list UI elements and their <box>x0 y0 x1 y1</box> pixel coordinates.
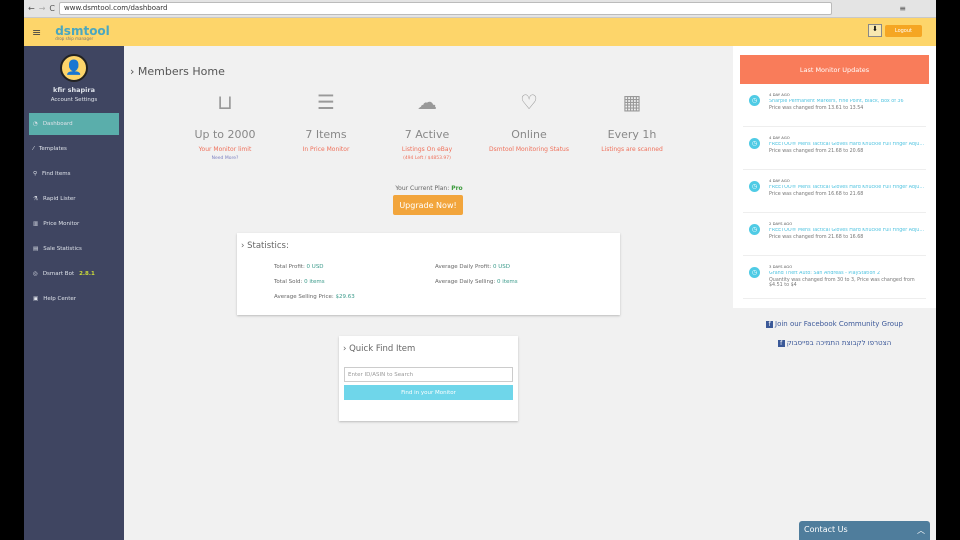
help-icon: ▣ <box>33 296 39 302</box>
sidebar-item-label: Dashboard <box>42 121 73 127</box>
bar-chart-icon: ▥ <box>33 221 39 227</box>
sidebar-item-templates[interactable]: ⁄ Templates <box>29 138 119 160</box>
table-icon: ▤ <box>33 246 39 252</box>
sidebar: 👤 kfir shapira Account Settings ◔ Dashboa… <box>24 46 124 540</box>
update-detail: Price was changed from 13.61 to 13.54 <box>769 106 864 111</box>
sidebar-item-help-center[interactable]: ▣ Help Center <box>29 288 119 310</box>
address-bar[interactable]: www.dsmtool.com/dashboard <box>59 2 832 15</box>
bot-icon: ◎ <box>33 271 38 277</box>
update-item-link[interactable]: Grand Theft Auto: San Andreas - PlayStat… <box>769 271 926 276</box>
chevron-up-icon: ︿ <box>917 526 925 535</box>
search-input[interactable]: Enter ID/ASIN to Search <box>344 367 513 382</box>
facebook-icon: f <box>766 321 774 328</box>
update-time: 4 DAY AGO <box>769 92 790 97</box>
version-badge: 2.8.1 <box>79 271 95 277</box>
quick-find-title: Quick Find Item <box>349 344 416 354</box>
clock-icon: ◷ <box>749 267 760 278</box>
total-sold: Total Sold: 0 items <box>274 279 325 285</box>
update-item: ◷ 4 DAY AGO Sharpie Permanent Markers, Fin… <box>743 84 926 127</box>
update-time: 2 DAYS AGO <box>769 221 793 226</box>
page-title: › Members Home <box>130 65 225 78</box>
avatar: 👤 <box>60 54 88 82</box>
forward-icon[interactable]: → <box>39 4 46 13</box>
sidebar-item-dsmart-bot[interactable]: ◎ Dsmart Bot 2.8.1 <box>29 263 119 285</box>
facebook-link-en[interactable]: f Join our Facebook Community Group <box>733 320 936 328</box>
quick-find-card: › Quick Find Item Enter ID/ASIN to Searc… <box>339 336 518 421</box>
download-icon[interactable]: ⬇ <box>868 24 882 37</box>
update-detail: Price was changed from 16.68 to 21.68 <box>769 192 864 197</box>
clock-icon: ◷ <box>749 181 760 192</box>
reload-icon[interactable]: C <box>49 4 55 13</box>
stat-label: Listings are scanned <box>601 146 663 153</box>
stat-sub[interactable]: Need More? <box>165 156 285 161</box>
menu-icon[interactable]: ≡ <box>899 4 906 13</box>
back-icon[interactable]: ← <box>28 4 35 13</box>
avg-selling-price: Average Selling Price: $29.63 <box>274 294 355 300</box>
update-item: ◷ 4 DAY AGO FREETOO® Mens Tactical Gloves … <box>743 127 926 170</box>
avg-daily-profit: Average Daily Profit: 0 USD <box>435 264 510 270</box>
update-item-link[interactable]: Sharpie Permanent Markers, Fine Point, B… <box>769 99 926 104</box>
flask-icon: ⚗ <box>33 196 38 202</box>
screen: ← → C www.dsmtool.com/dashboard ≡ ≡ dsmtoo… <box>24 0 936 540</box>
sidebar-item-label: Templates <box>38 146 67 152</box>
update-detail: Quantity was changed from 30 to 3, Price… <box>769 278 915 288</box>
update-detail: Price was changed from 21.68 to 20.68 <box>769 149 864 154</box>
top-bar: ≡ dsmtool drop ship manager ⬇ Logout <box>24 18 936 46</box>
logout-button[interactable]: Logout <box>884 25 922 37</box>
update-item-link[interactable]: FREETOO® Mens Tactical Gloves Hard Knuck… <box>769 142 926 147</box>
update-item-link[interactable]: FREETOO® Mens Tactical Gloves Hard Knuck… <box>769 228 926 233</box>
sidebar-item-sale-statistics[interactable]: ▤ Sale Statistics <box>29 238 119 260</box>
facebook-link-he[interactable]: f הצטרפו לקבוצת התמיכה בפייסבוק <box>733 339 936 347</box>
sidebar-item-price-monitor[interactable]: ▥ Price Monitor <box>29 213 119 235</box>
stat-block: ♡ Online Dsmtool Monitoring Status <box>469 90 589 153</box>
statistics-title: Statistics: <box>247 241 289 251</box>
sidebar-item-label: Rapid Lister <box>42 196 76 202</box>
newspaper-icon: ▦ <box>622 90 642 114</box>
stat-value: Online <box>511 128 547 141</box>
clock-icon: ◷ <box>749 224 760 235</box>
search-icon: ⚲ <box>33 171 38 177</box>
account-settings-link[interactable]: Account Settings <box>24 97 124 103</box>
sidebar-item-find-items[interactable]: ⚲ Find Items <box>29 163 119 185</box>
sidebar-item-label: Help Center <box>43 296 77 302</box>
update-detail: Price was changed from 21.68 to 16.68 <box>769 235 864 240</box>
sidebar-item-label: Price Monitor <box>43 221 80 227</box>
heart-icon: ♡ <box>520 90 538 114</box>
update-item: ◷ 2 DAYS AGO FREETOO® Mens Tactical Gloves… <box>743 213 926 256</box>
clock-icon: ◷ <box>749 95 760 106</box>
upgrade-button[interactable]: Upgrade Now! <box>393 195 463 215</box>
find-button[interactable]: Find in your Monitor <box>344 385 513 400</box>
main-content: › Members Home ⊔ Up to 2000 Your Monitor l… <box>124 46 734 540</box>
update-time: 3 DAYS AGO <box>769 264 793 269</box>
brush-icon: ⁄ <box>33 146 34 152</box>
stat-block: ▦ Every 1h Listings are scanned <box>572 90 692 153</box>
update-time: 4 DAY AGO <box>769 178 790 183</box>
current-plan: Your Current Plan: Pro <box>395 185 463 192</box>
browser-toolbar: ← → C www.dsmtool.com/dashboard ≡ <box>24 0 936 18</box>
sidebar-item-label: Sale Statistics <box>43 246 82 252</box>
clock-icon: ◷ <box>749 138 760 149</box>
sidebar-item-label: Dsmart Bot <box>42 271 75 277</box>
stat-sub: (494 Left / $4853.97) <box>403 156 451 161</box>
stat-value: Every 1h <box>607 128 657 141</box>
update-item-link[interactable]: FREETOO® Mens Tactical Gloves Hard Knuck… <box>769 185 926 190</box>
sidebar-item-label: Find Items <box>42 171 71 177</box>
update-item: ◷ 4 DAY AGO FREETOO® Mens Tactical Gloves … <box>743 170 926 213</box>
contact-us-button[interactable]: Contact Us ︿ <box>799 521 930 540</box>
sidebar-item-rapid-lister[interactable]: ⚗ Rapid Lister <box>29 188 119 210</box>
update-time: 4 DAY AGO <box>769 135 790 140</box>
avg-daily-selling: Average Daily Selling: 0 items <box>435 279 518 285</box>
hamburger-icon[interactable]: ≡ <box>32 26 41 39</box>
user-name: kfir shapira <box>53 86 95 94</box>
updates-panel: Last Monitor Updates ◷ 4 DAY AGO Sharpie P… <box>733 46 936 308</box>
logo[interactable]: dsmtool drop ship manager <box>55 24 110 41</box>
stat-label: Dsmtool Monitoring Status <box>489 146 569 153</box>
dashboard-icon: ◔ <box>33 121 38 127</box>
total-profit: Total Profit: 0 USD <box>274 264 324 270</box>
facebook-icon: f <box>777 340 785 347</box>
updates-title: Last Monitor Updates <box>740 55 929 84</box>
update-item: ◷ 3 DAYS AGO Grand Theft Auto: San Andreas… <box>743 256 926 299</box>
statistics-card: › Statistics: Total Profit: 0 USD Averag… <box>237 233 620 315</box>
sidebar-item-dashboard[interactable]: ◔ Dashboard <box>29 113 119 135</box>
